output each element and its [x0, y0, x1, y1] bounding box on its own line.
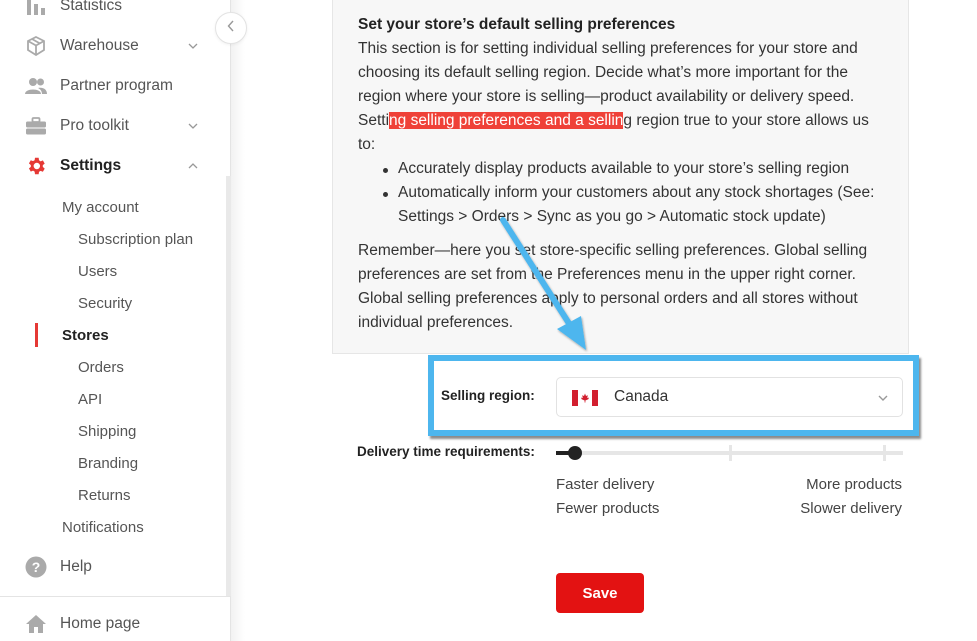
help-icon: ? — [25, 556, 47, 578]
sidebar-subitem-stores[interactable]: Stores — [62, 322, 109, 348]
sidebar-item-label: Warehouse — [60, 37, 139, 54]
chevron-down-icon — [186, 39, 200, 53]
sidebar-item-label: Home page — [60, 615, 141, 632]
delivery-time-label: Delivery time requirements: — [357, 444, 535, 459]
sidebar-item-label: Statistics — [60, 0, 123, 14]
info-line: choosing its default selling region. Dec… — [358, 64, 848, 81]
info-text-segment: Setti — [358, 112, 390, 129]
collapse-sidebar-button[interactable] — [215, 12, 247, 44]
selling-region-select[interactable]: Canada — [556, 377, 903, 417]
slider-tick — [729, 445, 732, 461]
slider-right-label-bottom: Slower delivery — [800, 500, 902, 517]
delivery-time-slider[interactable] — [556, 444, 903, 464]
sidebar: Statistics Warehouse Partner program Pro… — [0, 0, 231, 641]
info-panel: Set your store’s default selling prefere… — [332, 0, 909, 354]
sidebar-item-partner-program[interactable]: Partner program — [0, 71, 215, 101]
sidebar-item-home-page[interactable]: Home page — [0, 609, 215, 639]
sidebar-item-settings[interactable]: Settings — [0, 151, 215, 181]
info-line: region where your store is selling—produ… — [358, 88, 855, 105]
bar-chart-icon — [25, 0, 47, 17]
sidebar-item-pro-toolkit[interactable]: Pro toolkit — [0, 111, 215, 141]
info-line: Global selling preferences apply to pers… — [358, 290, 858, 307]
sidebar-subitem-shipping[interactable]: Shipping — [78, 418, 136, 444]
slider-left-label-bottom: Fewer products — [556, 500, 660, 517]
sidebar-subitem-subscription-plan[interactable]: Subscription plan — [78, 226, 193, 252]
briefcase-icon — [25, 115, 47, 137]
sidebar-subitem-users[interactable]: Users — [78, 258, 117, 284]
info-line: to: — [358, 136, 376, 153]
selling-region-label: Selling region: — [441, 388, 535, 403]
sidebar-item-label: Partner program — [60, 77, 173, 94]
sidebar-item-statistics[interactable]: Statistics — [0, 0, 215, 21]
sidebar-subitem-orders[interactable]: Orders — [78, 354, 124, 380]
sidebar-item-label: Settings — [60, 157, 122, 174]
bullet-dot — [383, 192, 388, 197]
info-line: individual preferences. — [358, 314, 514, 331]
box-icon — [25, 35, 47, 57]
info-text-segment: g region true to your store allows us — [623, 112, 869, 129]
sidebar-item-help[interactable]: ? Help — [0, 552, 215, 582]
slider-tick — [883, 445, 886, 461]
chevron-down-icon — [186, 119, 200, 133]
canada-flag-icon — [572, 390, 598, 406]
active-indicator — [35, 323, 38, 347]
sidebar-subitem-my-account[interactable]: My account — [62, 194, 139, 220]
bullet-item: Accurately display products available to… — [398, 160, 850, 177]
svg-text:?: ? — [32, 559, 41, 575]
selling-region-value: Canada — [614, 388, 669, 405]
info-line: preferences are set from the Preferences… — [358, 266, 856, 283]
slider-left-label-top: Faster delivery — [556, 476, 655, 493]
info-line: This section is for setting individual s… — [358, 40, 858, 57]
info-line: Setting selling preferences and a sellin… — [358, 109, 869, 133]
home-icon — [25, 613, 47, 635]
highlighted-text: ng selling preferences and a sellin — [389, 112, 624, 129]
save-button[interactable]: Save — [556, 573, 644, 613]
sidebar-subitem-branding[interactable]: Branding — [78, 450, 138, 476]
bullet-item-cont: Settings > Orders > Sync as you go > Aut… — [398, 208, 826, 225]
slider-right-label-top: More products — [806, 476, 902, 493]
chevron-down-icon — [876, 391, 890, 405]
sidebar-shadow — [231, 0, 245, 641]
info-line: Remember—here you set store-specific sel… — [358, 242, 868, 259]
info-title: Set your store’s default selling prefere… — [358, 16, 676, 33]
people-icon — [25, 75, 47, 97]
slider-thumb[interactable] — [568, 446, 583, 460]
sidebar-item-warehouse[interactable]: Warehouse — [0, 31, 215, 61]
sidebar-subitem-notifications[interactable]: Notifications — [62, 514, 144, 540]
sidebar-divider — [0, 596, 231, 597]
sidebar-item-label: Help — [60, 558, 92, 575]
sidebar-subitem-returns[interactable]: Returns — [78, 482, 131, 508]
bullet-item: Automatically inform your customers abou… — [398, 184, 875, 201]
chevron-left-icon — [227, 19, 235, 37]
sidebar-subitem-api[interactable]: API — [78, 386, 102, 412]
bullet-dot — [383, 168, 388, 173]
sidebar-subitem-security[interactable]: Security — [78, 290, 132, 316]
sidebar-item-label: Pro toolkit — [60, 117, 129, 134]
gear-icon — [25, 155, 47, 177]
chevron-up-icon — [186, 159, 200, 173]
